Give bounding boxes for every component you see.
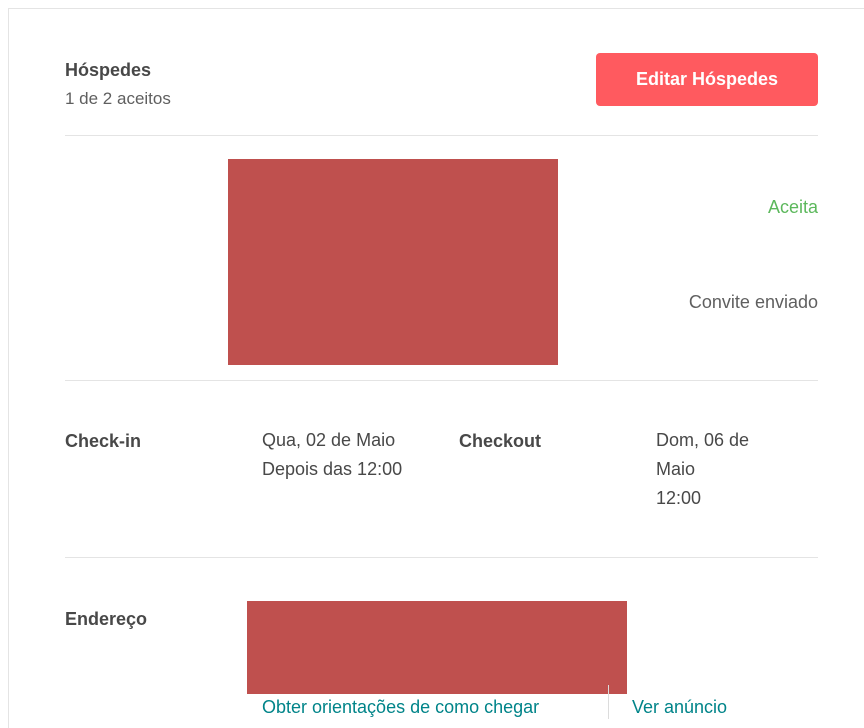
checkin-label: Check-in [65,431,142,451]
directions-link[interactable]: Obter orientações de como chegar [262,697,539,718]
checkout-label: Checkout [459,431,542,451]
divider-address [65,557,818,558]
view-listing-link[interactable]: Ver anúncio [632,697,727,718]
checkout-date-line2: Maio [656,459,696,479]
checkin-date: Qua, 02 de Maio [262,430,396,450]
guests-title: Hóspedes [65,60,152,80]
edit-guests-button[interactable]: Editar Hóspedes [596,53,818,106]
divider-guests [65,135,818,136]
address-label: Endereço [65,609,148,629]
divider-dates [65,380,818,381]
redacted-guest-list [228,159,558,365]
status-invite-sent: Convite enviado [688,292,818,312]
checkout-value: Dom, 06 de Maio 12:00 [656,426,749,513]
checkin-value: Qua, 02 de Maio Depois das 12:00 [262,426,402,484]
links-separator [608,685,609,719]
status-accepted: Aceita [767,197,818,217]
checkout-date-line1: Dom, 06 de [656,430,750,450]
redacted-address [247,601,627,694]
checkin-time: Depois das 12:00 [262,459,403,479]
checkout-time: 12:00 [656,488,702,508]
guests-accepted-count: 1 de 2 aceitos [65,89,171,108]
